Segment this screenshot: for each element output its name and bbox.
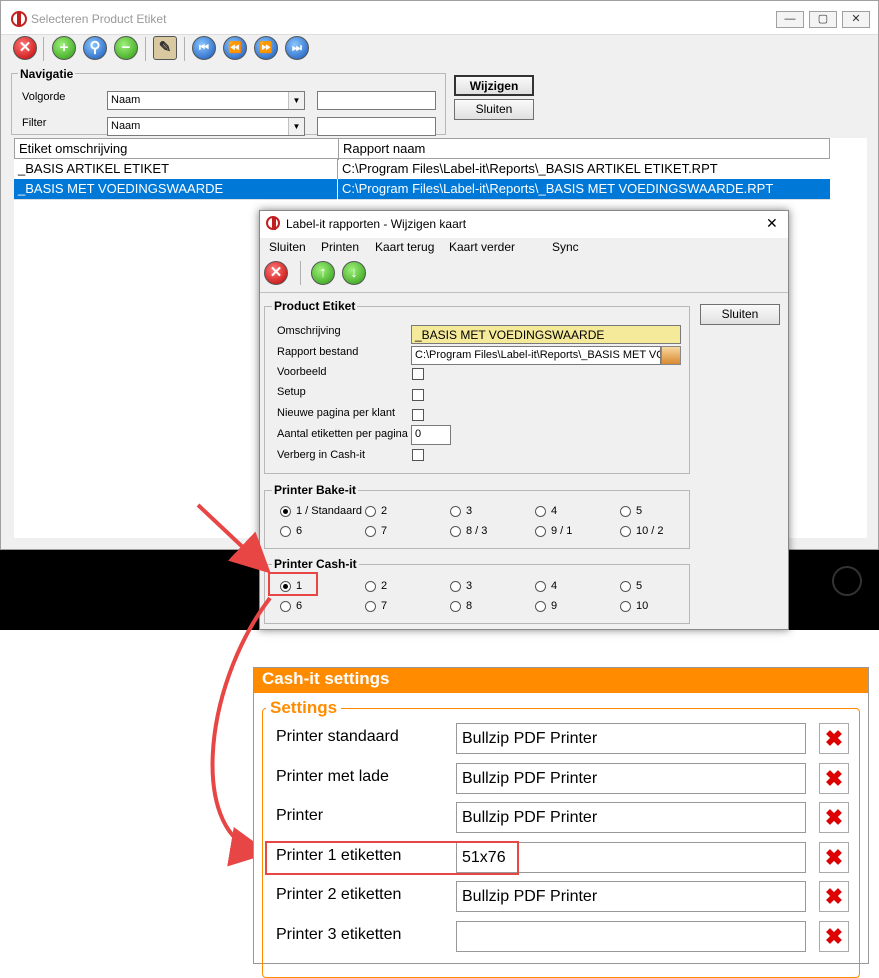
- settings-title: Settings: [266, 698, 342, 718]
- setting-value-input[interactable]: Bullzip PDF Printer: [456, 881, 806, 912]
- delete-icon[interactable]: ✖: [819, 762, 849, 794]
- setting-label: Printer 2 etiketten: [276, 886, 402, 903]
- setting-label: Printer 3 etiketten: [276, 925, 402, 943]
- annotation-highlight-printer-1: [265, 841, 519, 875]
- setting-value-input[interactable]: Bullzip PDF Printer: [456, 723, 806, 754]
- cashit-header: Cash-it settings: [254, 668, 868, 693]
- setting-label: Printer met lade: [276, 767, 389, 785]
- delete-icon[interactable]: ✖: [819, 802, 849, 833]
- setting-value-input[interactable]: [456, 920, 806, 952]
- arrow-to-printer-cashit: [196, 503, 271, 574]
- setting-value-input[interactable]: Bullzip PDF Printer: [456, 762, 806, 794]
- delete-icon[interactable]: ✖: [819, 723, 849, 754]
- setting-value-input[interactable]: Bullzip PDF Printer: [456, 802, 806, 833]
- setting-label: Printer: [276, 807, 324, 824]
- cashit-settings-panel: Cash-it settings Settings Printer standa…: [253, 667, 869, 978]
- delete-icon[interactable]: ✖: [819, 841, 849, 873]
- setting-label: Printer standaard: [276, 728, 399, 745]
- delete-icon[interactable]: ✖: [819, 920, 849, 952]
- delete-icon[interactable]: ✖: [819, 881, 849, 912]
